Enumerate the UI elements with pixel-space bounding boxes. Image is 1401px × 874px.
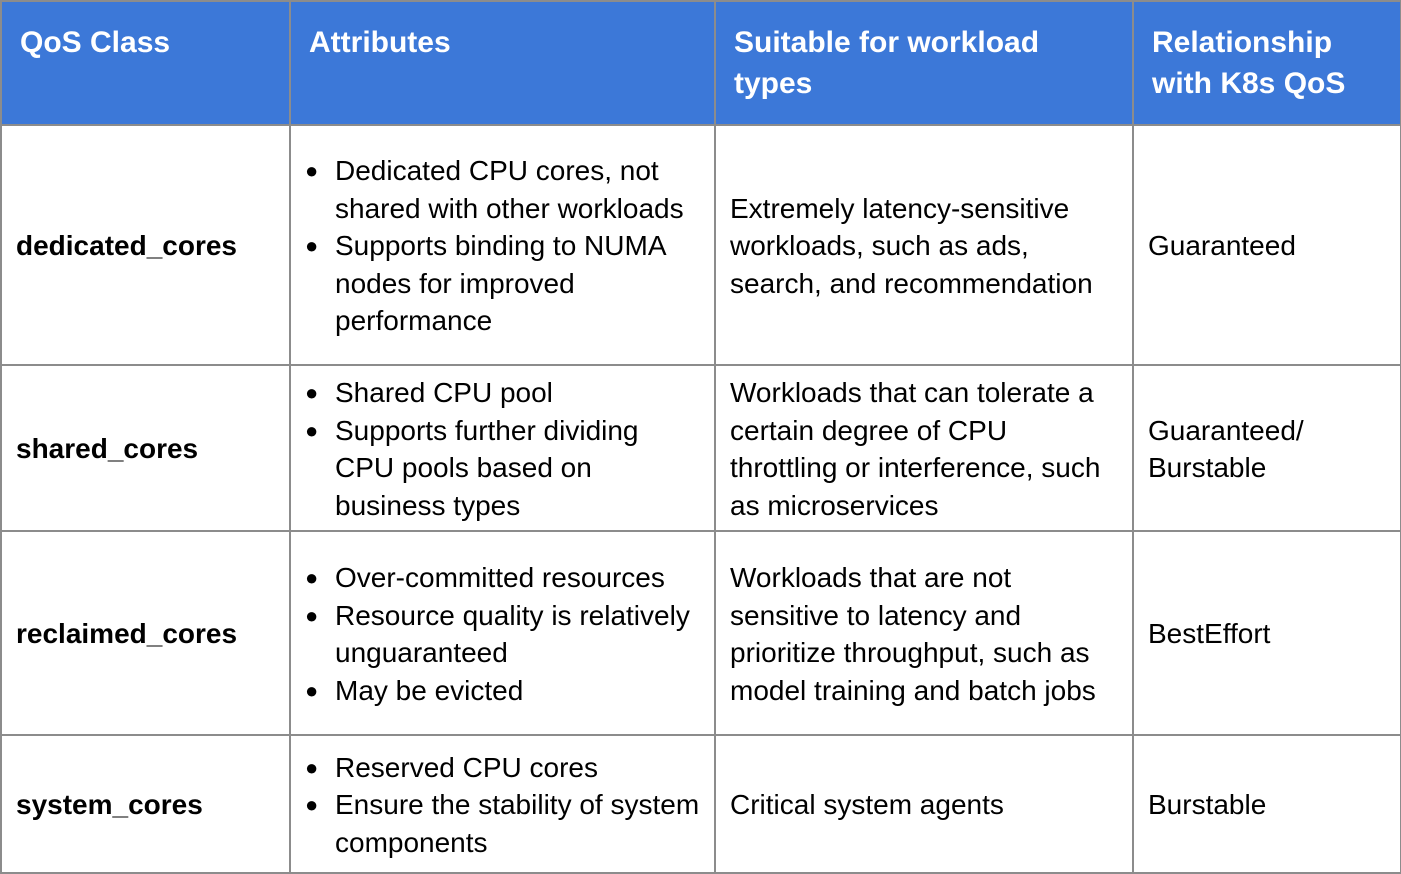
table-header-row: QoS Class Attributes Suitable for worklo…	[0, 0, 1401, 126]
attributes-list: ● Dedicated CPU cores, not shared with ot…	[305, 152, 700, 340]
attribute-text: Resource quality is relatively unguarant…	[335, 599, 690, 669]
attribute-text: Ensure the stability of system component…	[335, 789, 700, 858]
attribute-item: ● May be evicted	[305, 672, 700, 710]
bullet-icon: ●	[305, 233, 319, 259]
qos-class-cell: system_cores	[0, 734, 291, 874]
table-row-shared-cores: shared_cores ● Shared CPU pool ● Supports …	[0, 364, 1401, 532]
attributes-cell: ● Over-committed resources ● Resource qual…	[289, 530, 716, 736]
bullet-icon: ●	[305, 565, 319, 590]
attributes-cell: ● Shared CPU pool ● Supports further divid…	[289, 364, 716, 532]
table-row-dedicated-cores: dedicated_cores ● Dedicated CPU cores, no…	[0, 124, 1401, 366]
attribute-text: Supports binding to NUMA nodes for impro…	[335, 230, 665, 337]
attribute-item: ● Supports further dividing CPU pools bas…	[305, 412, 700, 525]
qos-class-cell: shared_cores	[0, 364, 291, 532]
header-qos-class: QoS Class	[0, 0, 291, 126]
k8s-qos-cell: Guaranteed	[1132, 124, 1401, 366]
bullet-icon: ●	[305, 158, 319, 184]
attribute-text: May be evicted	[335, 674, 524, 706]
bullet-icon: ●	[305, 792, 319, 818]
bullet-icon: ●	[305, 380, 319, 405]
attribute-text: Supports further dividing CPU pools base…	[335, 414, 639, 521]
attribute-item: ● Resource quality is relatively unguaran…	[305, 597, 700, 672]
table-row-system-cores: system_cores ● Reserved CPU cores ● Ensure…	[0, 734, 1401, 874]
qos-class-cell: dedicated_cores	[0, 124, 291, 366]
attributes-list: ● Over-committed resources ● Resource qual…	[305, 559, 700, 709]
k8s-qos-cell: Burstable	[1132, 734, 1401, 874]
header-k8s-qos: Relationship with K8s QoS	[1132, 0, 1401, 126]
attribute-item: ● Shared CPU pool	[305, 374, 700, 412]
bullet-icon: ●	[305, 417, 319, 443]
attribute-item: ● Supports binding to NUMA nodes for impr…	[305, 227, 700, 340]
bullet-icon: ●	[305, 677, 319, 703]
attribute-text: Shared CPU pool	[335, 377, 553, 408]
k8s-qos-cell: Guaranteed/ Burstable	[1132, 364, 1401, 532]
qos-class-table: QoS Class Attributes Suitable for worklo…	[0, 0, 1401, 874]
attribute-text: Over-committed resources	[335, 562, 665, 593]
workload-types-cell: Critical system agents	[714, 734, 1134, 874]
header-attributes: Attributes	[289, 0, 716, 126]
workload-types-cell: Workloads that can tolerate a certain de…	[714, 364, 1134, 532]
attribute-text: Reserved CPU cores	[335, 751, 598, 783]
workload-types-cell: Workloads that are not sensitive to late…	[714, 530, 1134, 736]
bullet-icon: ●	[305, 754, 319, 780]
attribute-item: ● Dedicated CPU cores, not shared with ot…	[305, 152, 700, 227]
table-row-reclaimed-cores: reclaimed_cores ● Over-committed resource…	[0, 530, 1401, 736]
attribute-item: ● Ensure the stability of system componen…	[305, 786, 700, 861]
attributes-list: ● Reserved CPU cores ● Ensure the stabilit…	[305, 749, 700, 862]
qos-class-cell: reclaimed_cores	[0, 530, 291, 736]
attributes-cell: ● Dedicated CPU cores, not shared with ot…	[289, 124, 716, 366]
bullet-icon: ●	[305, 602, 319, 628]
header-workload-types: Suitable for workload types	[714, 0, 1134, 126]
k8s-qos-cell: BestEffort	[1132, 530, 1401, 736]
workload-types-cell: Extremely latency-sensitive workloads, s…	[714, 124, 1134, 366]
attributes-list: ● Shared CPU pool ● Supports further divid…	[305, 374, 700, 524]
attributes-cell: ● Reserved CPU cores ● Ensure the stabilit…	[289, 734, 716, 874]
attribute-item: ● Reserved CPU cores	[305, 749, 700, 787]
attribute-text: Dedicated CPU cores, not shared with oth…	[335, 155, 684, 224]
attribute-item: ● Over-committed resources	[305, 559, 700, 597]
